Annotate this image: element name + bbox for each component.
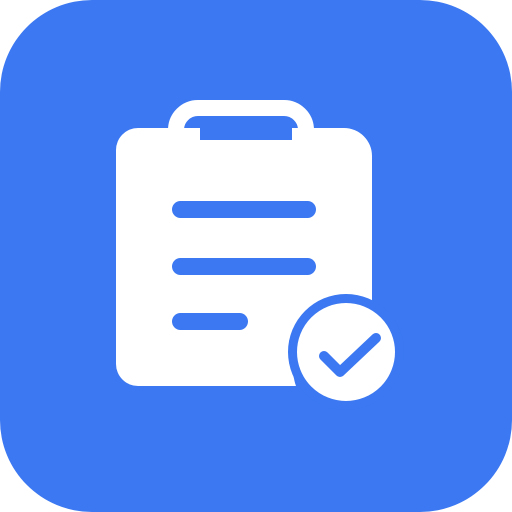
clipboard-line-1 <box>172 201 316 218</box>
app-icon[interactable] <box>0 0 512 512</box>
clipboard-line-2 <box>172 258 316 275</box>
clipboard-line-3 <box>172 313 248 330</box>
check-badge-inner <box>297 303 395 401</box>
clipboard-check-icon <box>116 100 404 410</box>
